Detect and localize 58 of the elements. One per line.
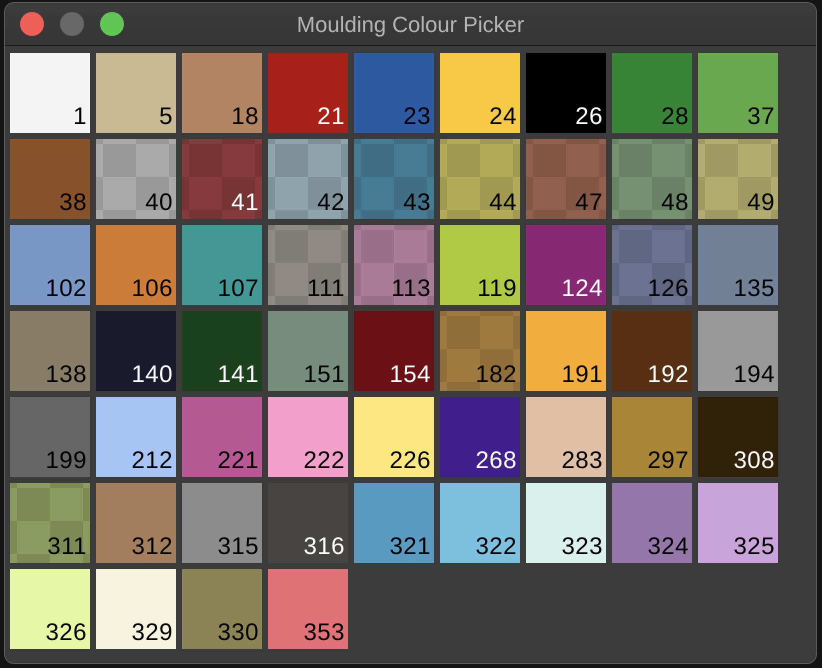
colour-swatch[interactable]: 329: [96, 569, 176, 649]
colour-swatch[interactable]: 44: [440, 139, 520, 219]
colour-swatch[interactable]: 40: [96, 139, 176, 219]
colour-swatch[interactable]: 140: [96, 311, 176, 391]
colour-swatch[interactable]: 325: [698, 483, 778, 563]
colour-swatch[interactable]: 321: [354, 483, 434, 563]
colour-swatch[interactable]: 41: [182, 139, 262, 219]
colour-swatch[interactable]: 154: [354, 311, 434, 391]
window-title: Moulding Colour Picker: [296, 14, 524, 36]
colour-swatch[interactable]: 113: [354, 225, 434, 305]
zoom-button[interactable]: [100, 12, 124, 36]
colour-swatch[interactable]: 119: [440, 225, 520, 305]
colour-swatch[interactable]: 268: [440, 397, 520, 477]
colour-swatch[interactable]: 37: [698, 53, 778, 133]
colour-swatch[interactable]: 283: [526, 397, 606, 477]
colour-swatch[interactable]: 353: [268, 569, 348, 649]
colour-swatch[interactable]: 28: [612, 53, 692, 133]
colour-swatch[interactable]: 5: [96, 53, 176, 133]
colour-swatch[interactable]: 191: [526, 311, 606, 391]
colour-swatch[interactable]: 324: [612, 483, 692, 563]
colour-swatch[interactable]: 111: [268, 225, 348, 305]
colour-swatch[interactable]: 311: [10, 483, 90, 563]
colour-swatch[interactable]: 308: [698, 397, 778, 477]
colour-swatch[interactable]: 106: [96, 225, 176, 305]
colour-swatch[interactable]: 221: [182, 397, 262, 477]
colour-swatch[interactable]: 26: [526, 53, 606, 133]
colour-swatch[interactable]: 199: [10, 397, 90, 477]
colour-swatch[interactable]: 322: [440, 483, 520, 563]
colour-swatch[interactable]: 226: [354, 397, 434, 477]
colour-swatch[interactable]: 43: [354, 139, 434, 219]
close-button[interactable]: [20, 12, 44, 36]
colour-swatch[interactable]: 212: [96, 397, 176, 477]
colour-swatch[interactable]: 297: [612, 397, 692, 477]
colour-swatch[interactable]: 192: [612, 311, 692, 391]
colour-swatch[interactable]: 330: [182, 569, 262, 649]
colour-swatch[interactable]: 323: [526, 483, 606, 563]
colour-swatch[interactable]: 316: [268, 483, 348, 563]
colour-swatch[interactable]: 48: [612, 139, 692, 219]
colour-swatch[interactable]: 141: [182, 311, 262, 391]
colour-swatch[interactable]: 49: [698, 139, 778, 219]
colour-swatch[interactable]: 312: [96, 483, 176, 563]
colour-swatch[interactable]: 126: [612, 225, 692, 305]
colour-swatch[interactable]: 42: [268, 139, 348, 219]
colour-swatch[interactable]: 24: [440, 53, 520, 133]
colour-swatch[interactable]: 326: [10, 569, 90, 649]
colour-swatch[interactable]: 182: [440, 311, 520, 391]
colour-swatch[interactable]: 102: [10, 225, 90, 305]
colour-swatch[interactable]: 138: [10, 311, 90, 391]
colour-swatch[interactable]: 18: [182, 53, 262, 133]
colour-swatch[interactable]: 21: [268, 53, 348, 133]
colour-swatch[interactable]: 222: [268, 397, 348, 477]
colour-swatch[interactable]: 315: [182, 483, 262, 563]
colour-swatch[interactable]: 107: [182, 225, 262, 305]
colour-swatch[interactable]: 124: [526, 225, 606, 305]
colour-swatch[interactable]: 1: [10, 53, 90, 133]
colour-swatch[interactable]: 135: [698, 225, 778, 305]
colour-swatch[interactable]: 194: [698, 311, 778, 391]
colour-swatch[interactable]: 151: [268, 311, 348, 391]
